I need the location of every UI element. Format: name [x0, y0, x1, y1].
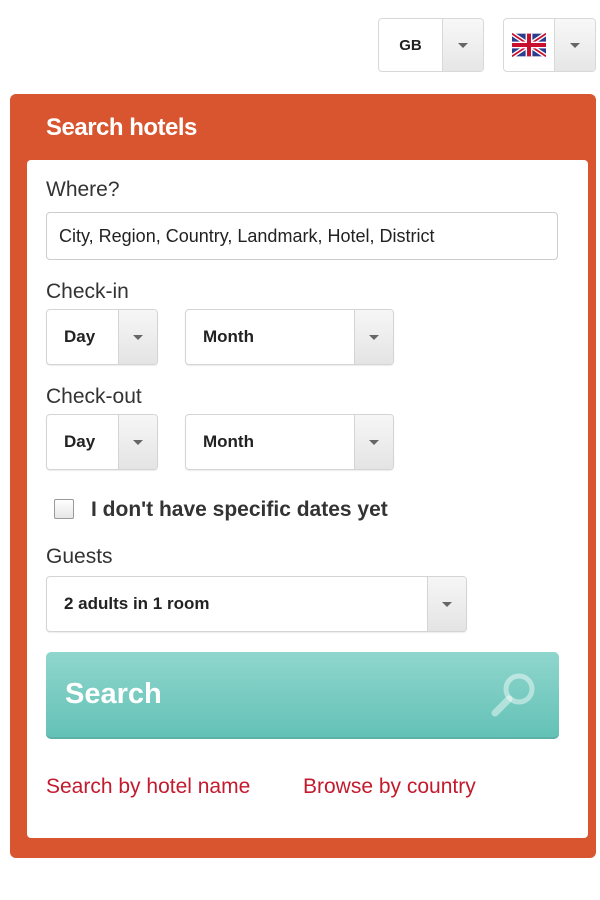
checkout-day-value: Day: [64, 432, 96, 451]
browse-by-country-link[interactable]: Browse by country: [303, 775, 476, 799]
search-by-hotel-name-link[interactable]: Search by hotel name: [46, 775, 250, 799]
guests-select[interactable]: 2 adults in 1 room: [46, 576, 467, 632]
guests-label: Guests: [46, 545, 113, 568]
search-button-label: Search: [65, 678, 162, 710]
where-label: Where?: [46, 178, 120, 201]
search-button[interactable]: Search: [46, 652, 559, 739]
checkin-day-value: Day: [64, 327, 96, 346]
guests-arrow[interactable]: [427, 577, 466, 631]
search-form: Where? Check-in Day Month Check-out Day: [27, 160, 588, 838]
language-value: [504, 19, 554, 71]
uk-flag-icon: [512, 33, 546, 57]
language-select[interactable]: [503, 18, 596, 72]
magnifier-icon: [491, 673, 535, 717]
chevron-down-icon: [133, 439, 143, 445]
checkout-month-select[interactable]: Month: [185, 414, 394, 470]
checkout-day-arrow[interactable]: [118, 415, 157, 469]
chevron-down-icon: [458, 42, 468, 48]
checkin-day-select[interactable]: Day: [46, 309, 158, 365]
region-select[interactable]: GB: [378, 18, 484, 72]
chevron-down-icon: [570, 42, 580, 48]
checkin-day-arrow[interactable]: [118, 310, 157, 364]
checkin-month-select[interactable]: Month: [185, 309, 394, 365]
chevron-down-icon: [133, 334, 143, 340]
chevron-down-icon: [369, 439, 379, 445]
checkout-month-value: Month: [203, 432, 254, 451]
language-dropdown-arrow[interactable]: [554, 19, 595, 71]
page: GB Search hotels Where? Check-in: [0, 0, 600, 900]
panel-title: Search hotels: [46, 114, 197, 141]
chevron-down-icon: [369, 334, 379, 340]
no-dates-label: I don't have specific dates yet: [91, 498, 388, 521]
where-input[interactable]: [46, 212, 558, 260]
no-dates-checkbox[interactable]: [54, 499, 74, 519]
guests-value: 2 adults in 1 room: [64, 594, 210, 613]
checkin-month-arrow[interactable]: [354, 310, 393, 364]
checkout-label: Check-out: [46, 385, 142, 408]
region-value: GB: [399, 36, 422, 54]
checkin-month-value: Month: [203, 327, 254, 346]
region-dropdown-arrow[interactable]: [442, 19, 483, 71]
chevron-down-icon: [442, 601, 452, 607]
checkout-day-select[interactable]: Day: [46, 414, 158, 470]
checkin-label: Check-in: [46, 280, 129, 303]
checkout-month-arrow[interactable]: [354, 415, 393, 469]
search-hotels-panel: Search hotels Where? Check-in Day Month …: [10, 94, 596, 858]
